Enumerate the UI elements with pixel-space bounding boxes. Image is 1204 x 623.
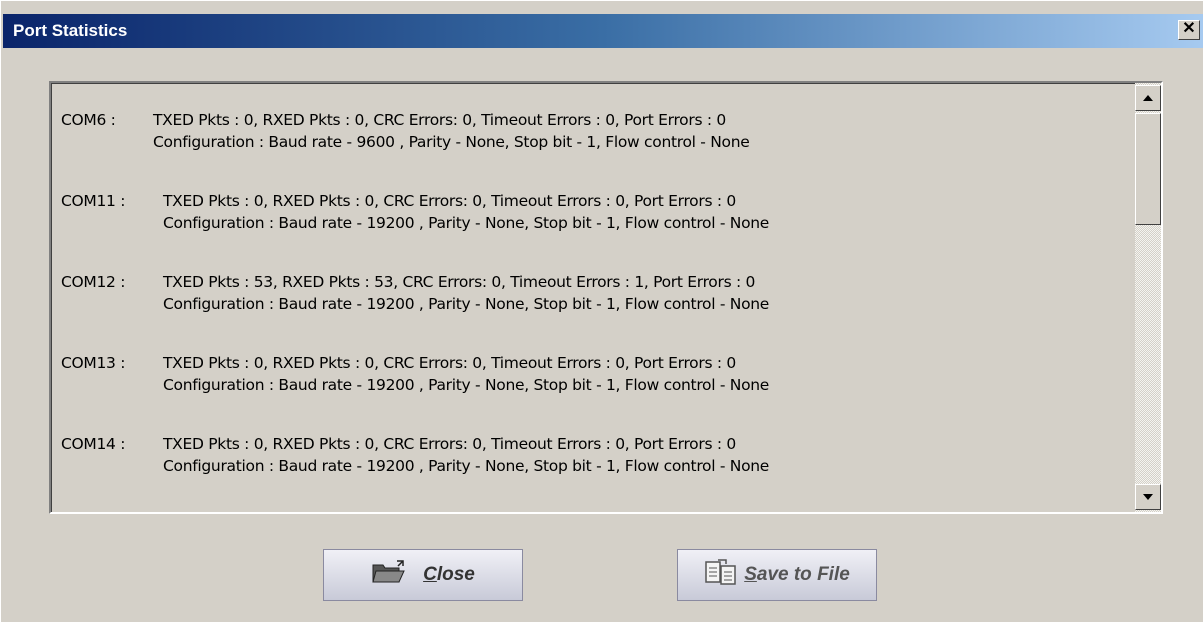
window-title: Port Statistics <box>13 21 128 40</box>
port-statistics-dialog: Port Statistics ✕ COM6 : TXED Pkts : 0, … <box>0 0 1204 623</box>
save-accel: S <box>744 564 757 585</box>
close-accel: C <box>423 564 437 585</box>
scrollbar-thumb[interactable] <box>1135 113 1161 225</box>
port-name: COM12 : <box>61 273 126 291</box>
close-window-button[interactable]: ✕ <box>1178 20 1200 40</box>
list-item-com11: COM11 : TXED Pkts : 0, RXED Pkts : 0, CR… <box>61 192 1121 232</box>
port-stats: TXED Pkts : 53, RXED Pkts : 53, CRC Erro… <box>163 273 756 291</box>
port-config: Configuration : Baud rate - 19200 , Pari… <box>163 295 770 313</box>
list-item-com13: COM13 : TXED Pkts : 0, RXED Pkts : 0, CR… <box>61 354 1121 394</box>
save-button-label: Save to File <box>744 564 850 586</box>
port-name: COM11 : <box>61 192 126 210</box>
list-item-com12: COM12 : TXED Pkts : 53, RXED Pkts : 53, … <box>61 273 1121 313</box>
port-stats: TXED Pkts : 0, RXED Pkts : 0, CRC Errors… <box>163 435 736 453</box>
save-to-file-button[interactable]: Save to File <box>677 549 877 601</box>
port-config: Configuration : Baud rate - 19200 , Pari… <box>163 376 770 394</box>
port-stats-list: COM6 : TXED Pkts : 0, RXED Pkts : 0, CRC… <box>61 111 1121 491</box>
close-button-label: Close <box>423 564 475 586</box>
port-stats-listbox[interactable]: COM6 : TXED Pkts : 0, RXED Pkts : 0, CRC… <box>49 81 1163 514</box>
port-config: Configuration : Baud rate - 9600 , Parit… <box>153 133 750 151</box>
port-config: Configuration : Baud rate - 19200 , Pari… <box>163 457 770 475</box>
title-bar[interactable]: Port Statistics ✕ <box>3 14 1203 48</box>
port-name: COM6 : <box>61 111 116 129</box>
arrow-down-icon <box>1143 494 1153 500</box>
close-icon: ✕ <box>1182 20 1196 37</box>
port-config: Configuration : Baud rate - 19200 , Pari… <box>163 214 770 232</box>
port-stats: TXED Pkts : 0, RXED Pkts : 0, CRC Errors… <box>153 111 726 129</box>
port-stats: TXED Pkts : 0, RXED Pkts : 0, CRC Errors… <box>163 192 736 210</box>
close-label-rest: lose <box>436 564 475 585</box>
port-name: COM14 : <box>61 435 126 453</box>
vertical-scrollbar[interactable] <box>1135 83 1161 512</box>
list-item-com14: COM14 : TXED Pkts : 0, RXED Pkts : 0, CR… <box>61 435 1121 475</box>
close-button[interactable]: Close <box>323 549 523 601</box>
port-stats: TXED Pkts : 0, RXED Pkts : 0, CRC Errors… <box>163 354 736 372</box>
port-name: COM13 : <box>61 354 126 372</box>
save-label-rest: ave to File <box>756 564 850 585</box>
arrow-up-icon <box>1143 95 1153 101</box>
scroll-down-button[interactable] <box>1135 484 1161 510</box>
save-file-icon <box>704 557 738 593</box>
folder-open-icon <box>371 559 405 591</box>
list-item-com6: COM6 : TXED Pkts : 0, RXED Pkts : 0, CRC… <box>61 111 1121 151</box>
scroll-up-button[interactable] <box>1135 85 1161 111</box>
